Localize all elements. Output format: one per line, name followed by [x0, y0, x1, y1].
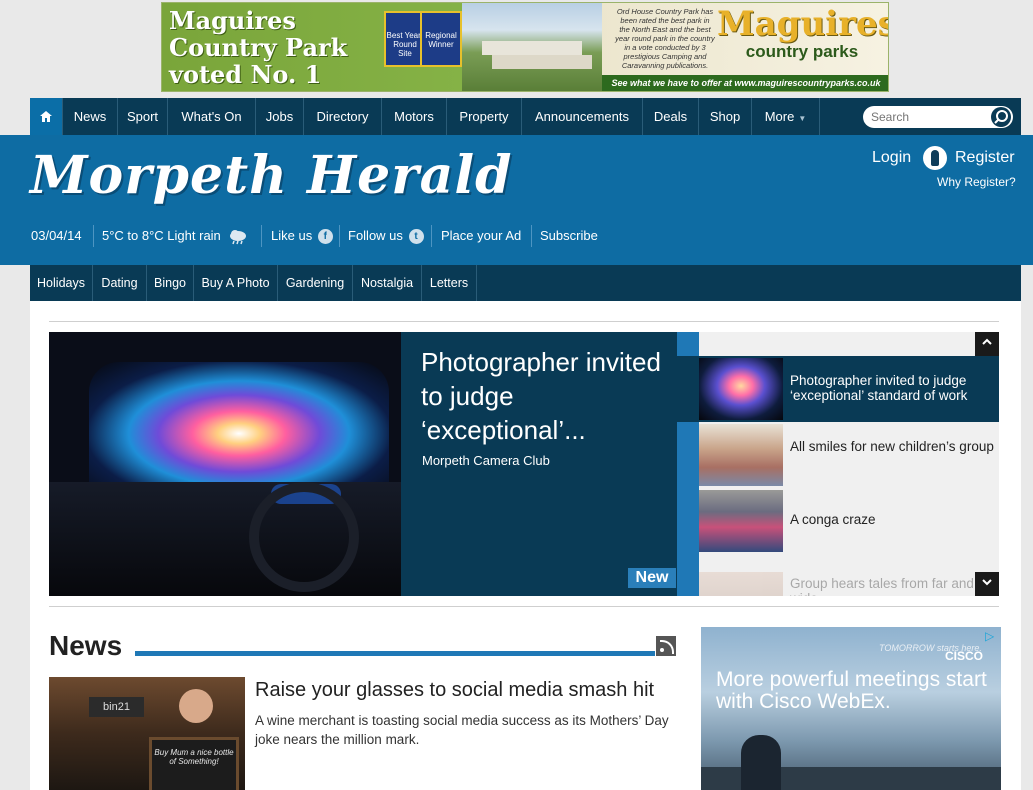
chevron-down-icon: ▼ [798, 114, 807, 123]
carousel-item-title: Group hears tales from far and wide [790, 576, 974, 596]
follow-us-link[interactable]: Follow us t [348, 227, 424, 245]
search-button[interactable] [991, 107, 1011, 127]
weather-text: 5°C to 8°C Light rain [102, 228, 221, 243]
section-rule [135, 651, 655, 656]
carousel-item[interactable]: Group hears tales from far and wide [699, 570, 999, 596]
divider [261, 225, 262, 247]
weather-info: 5°C to 8°C Light rain [102, 227, 248, 245]
nav-item-directory[interactable]: Directory [304, 98, 382, 135]
carousel-item-title: All smiles for new children’s group [790, 439, 994, 454]
date-label: 03/04/14 [31, 228, 82, 243]
advert-headline: Maguires Country Park voted No. 1 [169, 6, 348, 89]
carousel-item[interactable]: All smiles for new children’s group [699, 422, 999, 488]
carousel-active-marker [677, 356, 699, 422]
divider [431, 225, 432, 247]
nav-item-whats-on[interactable]: What's On [168, 98, 256, 135]
hero-steering-wheel [249, 482, 359, 592]
divider [93, 225, 94, 247]
advert-text: More powerful meetings start with Cisco … [716, 668, 987, 713]
advert-award-badge: Regional Winner [420, 11, 462, 67]
why-register-link[interactable]: Why Register? [937, 175, 1016, 189]
like-us-link[interactable]: Like us f [271, 227, 333, 245]
chevron-down-icon [982, 579, 992, 586]
subnav-item-letters[interactable]: Letters [422, 265, 477, 301]
carousel-list: Photographer invited to judge ‘exception… [699, 332, 999, 596]
divider [49, 606, 999, 607]
twitter-icon: t [408, 229, 424, 245]
nav-item-motors[interactable]: Motors [382, 98, 447, 135]
carousel-item[interactable]: A conga craze [699, 488, 999, 554]
nav-item-announcements[interactable]: Announcements [522, 98, 643, 135]
advert-brand-sub: country parks [745, 42, 859, 61]
advert-footer: See what we have to offer at www.maguire… [602, 75, 888, 91]
follow-us-label: Follow us [348, 228, 403, 243]
carousel-thumb [699, 358, 783, 420]
home-button[interactable] [30, 98, 63, 135]
rain-cloud-icon [228, 229, 248, 245]
nav-item-jobs[interactable]: Jobs [256, 98, 304, 135]
new-badge: New [628, 568, 676, 588]
site-logo[interactable]: Morpeth Herald [30, 145, 512, 206]
chalk-board: Buy Mum a nice bottle of Something! [149, 737, 239, 790]
carousel-thumb [699, 424, 783, 486]
carousel-up-button[interactable] [975, 332, 999, 356]
top-advert-banner[interactable]: Maguires Country Park voted No. 1 Best Y… [161, 2, 889, 92]
hero-light-tunnel [89, 362, 389, 492]
register-link[interactable]: Register [955, 149, 1015, 167]
nav-more-label: More [764, 109, 795, 124]
article-person [179, 689, 213, 723]
nav-item-news[interactable]: News [63, 98, 118, 135]
advert-brand-name: Maguires [717, 4, 889, 44]
login-link[interactable]: Login [872, 149, 911, 167]
nav-item-property[interactable]: Property [447, 98, 522, 135]
adchoices-icon[interactable]: ▷ [985, 629, 999, 643]
place-ad-link[interactable]: Place your Ad [441, 227, 521, 245]
facebook-icon: f [317, 229, 333, 245]
masthead: Morpeth Herald Login Register Why Regist… [0, 135, 1033, 265]
advert-brand: CISCO [945, 649, 984, 663]
nav-item-shop[interactable]: Shop [699, 98, 752, 135]
hero-subtitle[interactable]: Morpeth Camera Club [422, 453, 550, 468]
advert-person [741, 735, 781, 790]
secondary-nav: Holidays Dating Bingo Buy A Photo Garden… [30, 265, 1021, 301]
subscribe-link[interactable]: Subscribe [540, 227, 598, 245]
user-icon [923, 146, 947, 170]
subnav-item-buy-a-photo[interactable]: Buy A Photo [194, 265, 278, 301]
advert-description: Ord House Country Park has been rated th… [615, 7, 715, 70]
carousel-item[interactable]: Photographer invited to judge ‘exception… [699, 356, 999, 422]
divider [531, 225, 532, 247]
article-title[interactable]: Raise your glasses to social media smash… [255, 679, 654, 702]
carousel-down-button[interactable] [975, 572, 999, 596]
subnav-item-bingo[interactable]: Bingo [147, 265, 194, 301]
advert-park-photo [462, 3, 602, 91]
carousel-thumb [699, 572, 783, 596]
search-input[interactable] [871, 109, 981, 125]
subnav-item-gardening[interactable]: Gardening [278, 265, 353, 301]
nav-item-more[interactable]: More ▼ [752, 98, 820, 135]
section-title[interactable]: News [49, 630, 122, 662]
carousel-thumb [699, 490, 783, 552]
carousel-item-title: A conga craze [790, 512, 876, 527]
nav-item-deals[interactable]: Deals [643, 98, 699, 135]
hero-image[interactable] [49, 332, 401, 596]
divider [49, 321, 999, 322]
home-icon [40, 99, 52, 122]
nav-item-sport[interactable]: Sport [118, 98, 168, 135]
shop-sign: bin21 [89, 697, 144, 717]
subnav-item-nostalgia[interactable]: Nostalgia [353, 265, 422, 301]
chevron-up-icon [982, 338, 992, 345]
search-box [863, 106, 1013, 128]
like-us-label: Like us [271, 228, 313, 243]
search-icon [994, 110, 1008, 124]
side-advert[interactable]: TOMORROW starts here. CISCO ▷ More power… [701, 627, 1001, 790]
divider [339, 225, 340, 247]
carousel-item-title: Photographer invited to judge ‘exception… [790, 373, 968, 403]
rss-icon[interactable] [656, 636, 676, 656]
advert-brand-logo: Maguires country parks [717, 4, 889, 61]
article-summary: A wine merchant is toasting social media… [255, 713, 669, 747]
hero-headline[interactable]: Photographer invited to judge ‘exception… [421, 345, 681, 447]
subnav-item-dating[interactable]: Dating [93, 265, 147, 301]
subnav-item-holidays[interactable]: Holidays [30, 265, 93, 301]
article-image[interactable]: bin21 Buy Mum a nice bottle of Something… [49, 677, 245, 790]
